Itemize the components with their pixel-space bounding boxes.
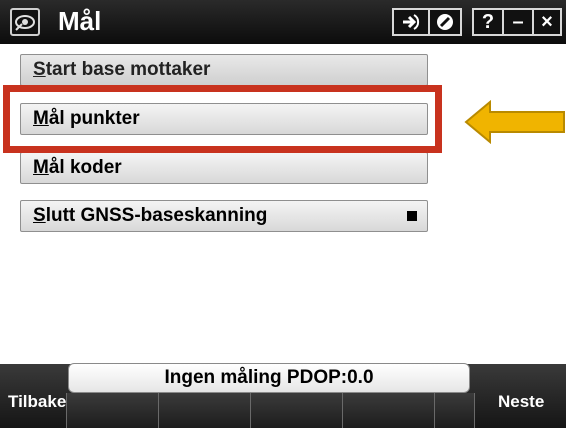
softkey-empty-2[interactable] — [158, 393, 250, 428]
stop-icon — [407, 211, 417, 221]
softkey-empty-5[interactable] — [434, 393, 474, 428]
menu-item-label: ål koder — [48, 157, 122, 178]
app-logo-icon[interactable] — [10, 8, 40, 36]
close-icon[interactable]: × — [534, 10, 560, 34]
menu-item-stop-gnss-base-scan[interactable]: Slutt GNSS-baseskanning — [20, 200, 428, 232]
menu-item-label: tart base mottaker — [45, 59, 211, 80]
softkey-empty-1[interactable] — [66, 393, 158, 428]
status-indicator: Ingen måling PDOP:0.0 — [68, 363, 470, 393]
window-title: Mål — [58, 6, 102, 36]
help-icon[interactable]: ? — [474, 10, 502, 34]
menu-item-measure-codes[interactable]: Mål koder — [20, 152, 428, 184]
back-button[interactable]: Tilbake — [8, 392, 66, 412]
menu-item-start-base-receiver[interactable]: Start base mottaker — [20, 54, 428, 86]
next-button[interactable]: Neste — [498, 392, 544, 412]
menu-item-label-mnemonic: M — [33, 157, 49, 178]
window-controls: ? – × — [472, 8, 562, 36]
prohibit-icon[interactable] — [430, 10, 460, 34]
menu-item-label-mnemonic: S — [33, 59, 46, 80]
pointer-arrow-icon — [464, 99, 566, 149]
softkey-empty-4[interactable] — [342, 393, 434, 428]
title-bar: Mål ? – × — [0, 0, 566, 44]
menu-item-label: lutt GNSS-baseskanning — [45, 205, 268, 226]
highlight-box — [3, 85, 442, 153]
softkey-empty-3[interactable] — [250, 393, 342, 428]
title-action-group — [392, 8, 462, 36]
menu-item-label-mnemonic: S — [33, 205, 46, 226]
minimize-icon[interactable]: – — [504, 10, 532, 34]
arrow-right-icon[interactable] — [394, 10, 428, 34]
